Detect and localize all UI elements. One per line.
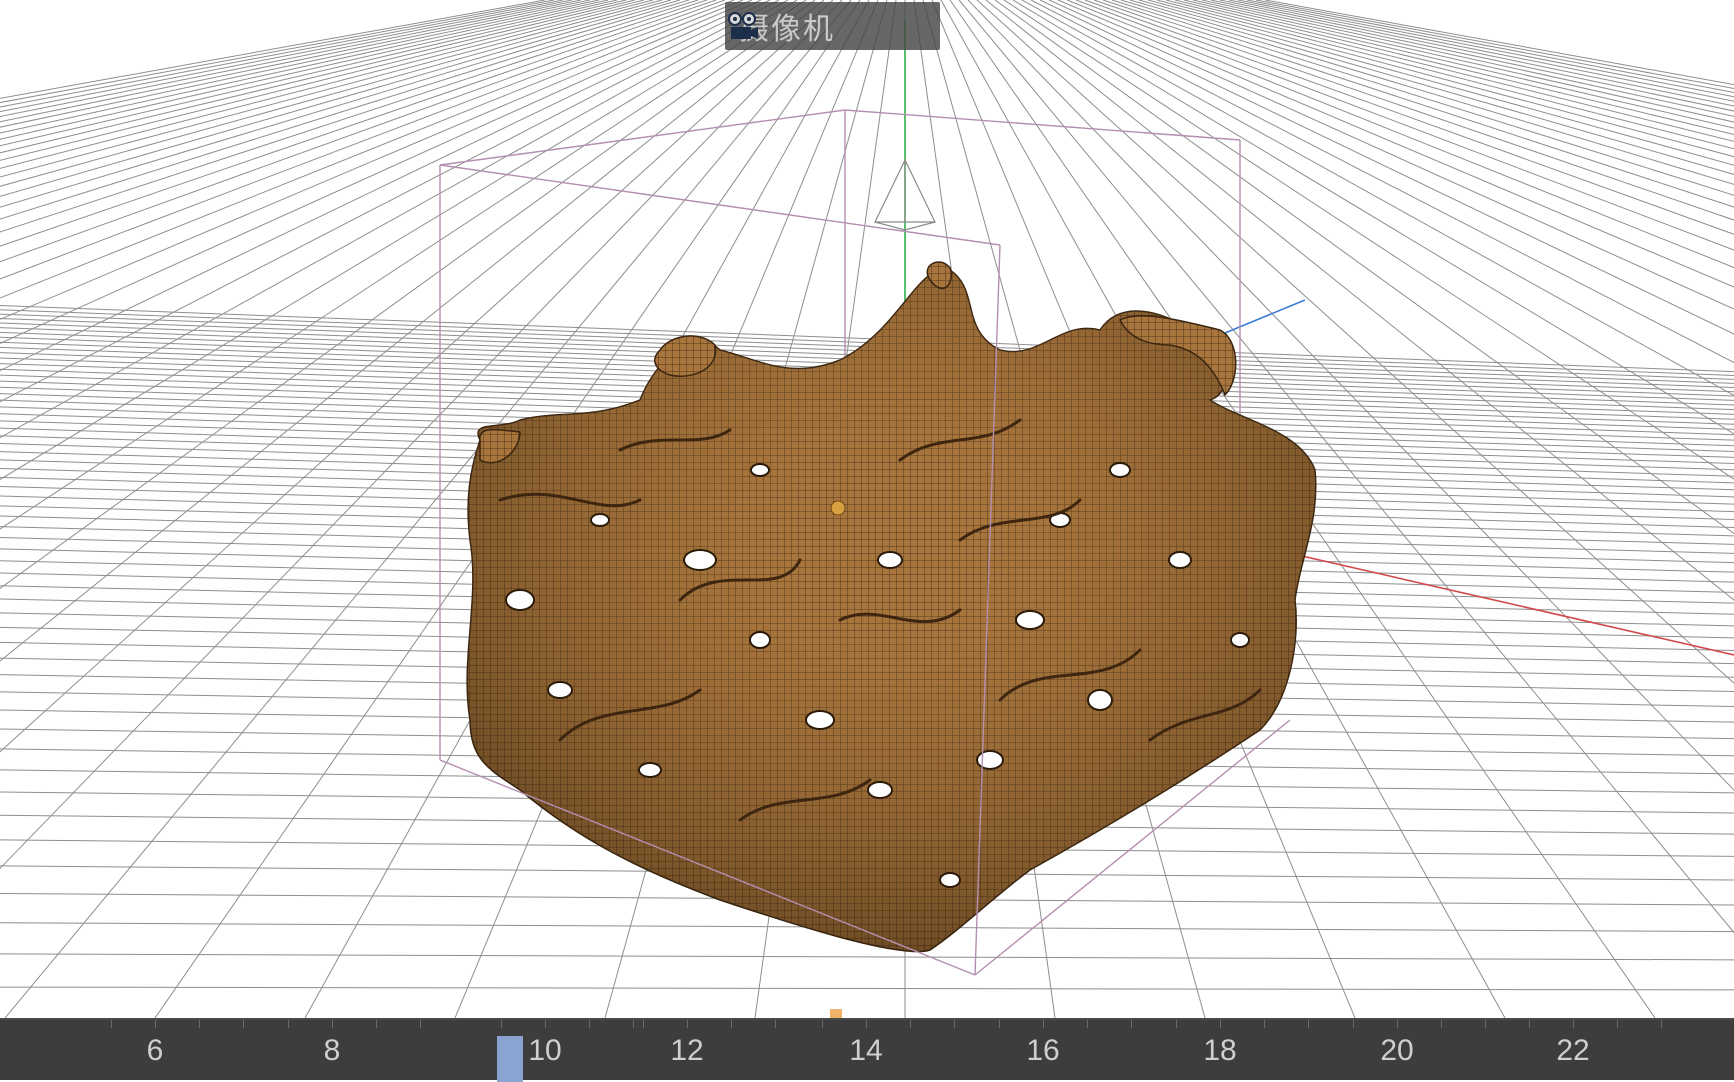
timeline-tick-mark	[954, 1020, 955, 1028]
mesh-hole	[1230, 632, 1250, 648]
timeline-tick-mark	[545, 1020, 546, 1028]
timeline-tick-mark	[199, 1020, 200, 1028]
timeline-tick-mark	[1573, 1020, 1574, 1028]
mesh-hole	[939, 872, 961, 888]
timeline-tick-mark	[1087, 1020, 1088, 1028]
mesh-hole	[683, 549, 717, 571]
timeline-tick-label: 20	[1380, 1034, 1414, 1067]
timeline-tick-mark	[420, 1020, 421, 1028]
timeline-tick-mark	[1043, 1020, 1044, 1028]
timeline-tick-mark	[687, 1020, 688, 1028]
timeline-tick-mark	[1308, 1020, 1309, 1028]
mesh-hole	[805, 710, 835, 730]
timeline-tick-mark	[501, 1020, 502, 1028]
object-pivot[interactable]	[830, 500, 846, 516]
timeline-tick-mark	[1397, 1020, 1398, 1028]
camera-icon[interactable]	[725, 10, 759, 42]
timeline-tick-mark	[1485, 1020, 1486, 1028]
timeline-tick-mark	[376, 1020, 377, 1028]
timeline-tick-mark	[643, 1020, 644, 1028]
timeline-tick-mark	[589, 1020, 590, 1028]
timeline-bar[interactable]: 6 8 10 12 14 16 18 20 22	[0, 1018, 1734, 1082]
grid-line	[0, 953, 1734, 961]
timeline-tick-mark	[332, 1020, 333, 1028]
mesh-hole	[547, 681, 573, 699]
timeline-tick-mark	[1176, 1020, 1177, 1028]
timeline-tick-mark	[1529, 1020, 1530, 1028]
grid-line	[1264, 0, 1734, 86]
timeline-tick-mark	[731, 1020, 732, 1028]
timeline-tick-label: 8	[323, 1034, 341, 1067]
timeline-playhead[interactable]	[497, 1036, 523, 1082]
timeline-tick-mark	[633, 1020, 634, 1028]
mesh-hole	[1087, 689, 1113, 711]
timeline-tick-mark	[910, 1020, 911, 1028]
camera-label[interactable]: 摄像机	[725, 2, 940, 50]
mesh-hole	[1168, 551, 1192, 569]
timeline-tick-mark	[1220, 1020, 1221, 1028]
timeline-tick-label: 6	[146, 1034, 164, 1067]
timeline-tick-mark	[822, 1020, 823, 1028]
mesh-hole	[877, 551, 903, 569]
timeline-tick-label: 10	[528, 1034, 562, 1067]
viewport-canvas[interactable]	[0, 0, 1734, 1018]
timeline-tick-label: 12	[670, 1034, 704, 1067]
timeline-tick-mark	[1661, 1020, 1662, 1028]
porous-mesh-object[interactable]	[466, 261, 1317, 953]
mesh-hole	[590, 513, 610, 527]
mesh-hole	[867, 781, 893, 799]
3d-viewport[interactable]: 摄像机	[0, 0, 1734, 1018]
timeline-tick-mark	[243, 1020, 244, 1028]
timeline-tick-mark	[1264, 1020, 1265, 1028]
mesh-hole	[638, 762, 662, 778]
mesh-hole	[976, 750, 1004, 770]
timeline-tick-mark	[155, 1020, 156, 1028]
mesh-hole	[750, 463, 770, 477]
timeline-tick-mark	[1353, 1020, 1354, 1028]
timeline-tick-mark	[1441, 1020, 1442, 1028]
timeline-tick-mark	[775, 1020, 776, 1028]
timeline-tick-label: 16	[1026, 1034, 1060, 1067]
mesh-hole	[1109, 462, 1131, 478]
mesh-hole	[1015, 610, 1045, 630]
mesh-hole	[749, 631, 771, 649]
camera-gizmo[interactable]	[874, 158, 936, 231]
timeline-tick-mark	[999, 1020, 1000, 1028]
timeline-tick-mark	[866, 1020, 867, 1028]
timeline-tick-label: 14	[849, 1034, 883, 1067]
timeline-tick-mark	[1617, 1020, 1618, 1028]
mesh-hole	[505, 589, 535, 611]
timeline-tick-mark	[1131, 1020, 1132, 1028]
timeline-tick-mark	[111, 1020, 112, 1028]
timeline-tick-label: 18	[1203, 1034, 1237, 1067]
grid-line	[0, 986, 1734, 991]
timeline-tick-mark	[288, 1020, 289, 1028]
keyframe-marker[interactable]	[830, 1009, 842, 1018]
timeline-tick-label: 22	[1556, 1034, 1590, 1067]
